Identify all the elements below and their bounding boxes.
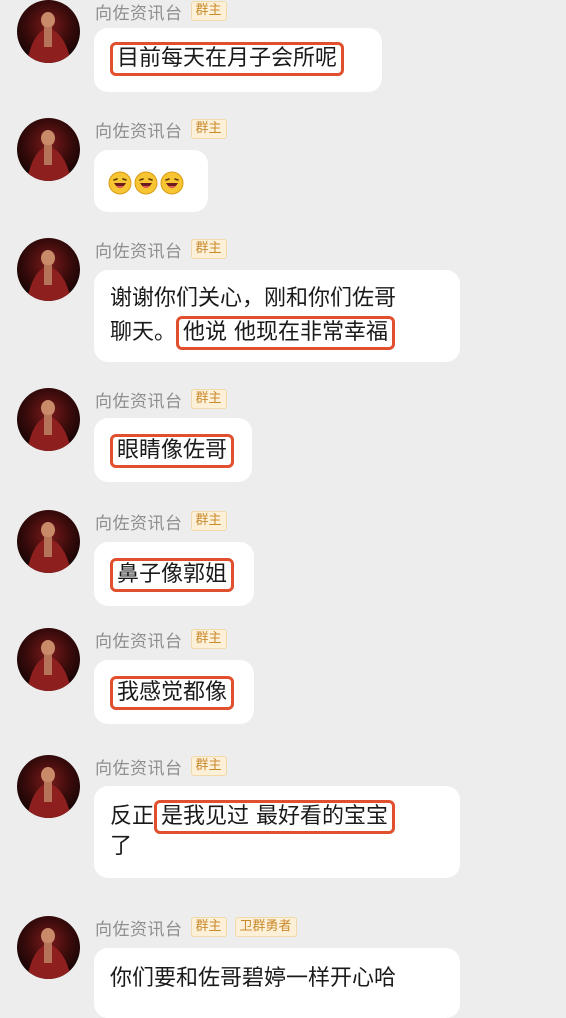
message-bubble[interactable]: 眼睛像佐哥: [94, 418, 252, 482]
owner-badge: 群主: [190, 119, 227, 139]
avatar[interactable]: [17, 238, 80, 301]
avatar-image-icon: [27, 640, 71, 691]
avatar-image-icon: [27, 767, 71, 818]
avatar-image-icon: [27, 250, 71, 301]
avatar[interactable]: [17, 388, 80, 451]
highlighted-text: 目前每天在月子会所呢: [110, 42, 345, 76]
owner-badge: 群主: [190, 239, 227, 259]
highlighted-text: 是我见过 最好看的宝宝: [154, 800, 396, 834]
owner-badge: 群主: [190, 756, 227, 776]
message-meta: 向佐资讯台 群主: [95, 755, 227, 779]
highlighted-text: 我感觉都像: [110, 676, 235, 710]
avatar[interactable]: [17, 628, 80, 691]
laughing-emoji-icon: [108, 171, 132, 195]
message-bubble[interactable]: 鼻子像郭姐: [94, 542, 254, 606]
avatar[interactable]: [17, 510, 80, 573]
message-meta: 向佐资讯台 群主: [95, 510, 227, 534]
message-text: 聊天。: [110, 320, 177, 345]
message-bubble[interactable]: 我感觉都像: [94, 660, 254, 724]
avatar-image-icon: [27, 12, 71, 63]
avatar[interactable]: [17, 118, 80, 181]
owner-badge: 群主: [190, 917, 227, 937]
message-line: 了: [110, 834, 133, 859]
highlighted-text: 鼻子像郭姐: [110, 558, 235, 592]
message-bubble[interactable]: 谢谢你们关心，刚和你们佐哥 聊天。 他说 他现在非常幸福: [94, 270, 460, 362]
message-text: 反正: [110, 804, 155, 829]
highlighted-text: 他说 他现在非常幸福: [176, 316, 396, 350]
message-bubble[interactable]: 目前每天在月子会所呢: [94, 28, 382, 92]
owner-badge: 群主: [190, 511, 227, 531]
sender-name: 向佐资讯台: [95, 3, 183, 24]
highlighted-text: 眼睛像佐哥: [110, 434, 235, 468]
avatar-image-icon: [27, 928, 71, 979]
message-bubble[interactable]: 反正 是我见过 最好看的宝宝 了: [94, 786, 460, 878]
message-meta: 向佐资讯台 群主: [95, 238, 227, 262]
owner-badge: 群主: [190, 629, 227, 649]
avatar[interactable]: [17, 916, 80, 979]
laughing-emoji-icon: [160, 171, 184, 195]
sender-name: 向佐资讯台: [95, 121, 183, 142]
avatar[interactable]: [17, 755, 80, 818]
message-meta: 向佐资讯台 群主: [95, 118, 227, 142]
message-bubble[interactable]: 你们要和佐哥碧婷一样开心哈: [94, 948, 460, 1018]
avatar-image-icon: [27, 400, 71, 451]
laughing-emoji-icon: [134, 171, 158, 195]
guard-badge: 卫群勇者: [234, 917, 297, 937]
message-meta: 向佐资讯台 群主: [95, 628, 227, 652]
message-text: 你们要和佐哥碧婷一样开心哈: [110, 966, 397, 991]
message-line: 谢谢你们关心，刚和你们佐哥: [110, 286, 397, 311]
owner-badge: 群主: [190, 1, 227, 21]
sender-name: 向佐资讯台: [95, 631, 183, 652]
message-bubble[interactable]: [94, 150, 208, 212]
avatar-image-icon: [27, 130, 71, 181]
message-line: 聊天。 他说 他现在非常幸福: [110, 316, 444, 350]
message-meta: 向佐资讯台 群主: [95, 0, 227, 24]
sender-name: 向佐资讯台: [95, 513, 183, 534]
avatar[interactable]: [17, 0, 80, 63]
message-line: 反正 是我见过 最好看的宝宝: [110, 800, 444, 834]
message-meta: 向佐资讯台 群主: [95, 388, 227, 412]
sender-name: 向佐资讯台: [95, 241, 183, 262]
sender-name: 向佐资讯台: [95, 919, 183, 940]
sender-name: 向佐资讯台: [95, 758, 183, 779]
owner-badge: 群主: [190, 389, 227, 409]
avatar-image-icon: [27, 522, 71, 573]
message-meta: 向佐资讯台 群主 卫群勇者: [95, 916, 297, 940]
sender-name: 向佐资讯台: [95, 391, 183, 412]
